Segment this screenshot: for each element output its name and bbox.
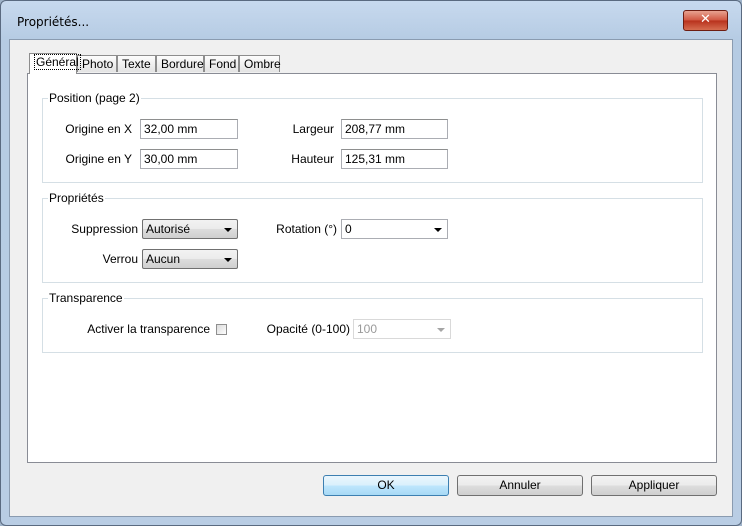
tab-shadow[interactable]: Ombre	[239, 55, 281, 72]
suppression-select[interactable]: Autorisé	[142, 219, 238, 239]
width-label: Largeur	[292, 122, 334, 136]
properties-group: Propriétés Suppression Autorisé Verrou A…	[42, 191, 703, 283]
lock-select[interactable]: Aucun	[142, 249, 238, 269]
opacity-combo[interactable]: 100	[353, 319, 451, 339]
rotation-label: Rotation (°)	[276, 222, 337, 236]
height-label: Hauteur	[291, 152, 334, 166]
tab-border[interactable]: Bordure	[156, 55, 204, 72]
properties-group-legend: Propriétés	[48, 191, 105, 205]
lock-value: Aucun	[146, 252, 181, 266]
transparency-group-legend: Transparence	[48, 291, 124, 305]
origin-x-field[interactable]: 32,00 mm	[140, 119, 238, 139]
width-field[interactable]: 208,77 mm	[341, 119, 448, 139]
rotation-combo[interactable]: 0	[341, 219, 448, 239]
close-button[interactable]: ✕	[683, 10, 728, 31]
chevron-down-icon	[224, 228, 232, 232]
position-group: Position (page 2) Origine en X 32,00 mm …	[42, 91, 703, 183]
cancel-button[interactable]: Annuler	[457, 475, 583, 496]
chevron-down-icon	[434, 228, 442, 232]
tab-background[interactable]: Fond	[204, 55, 239, 72]
lock-label: Verrou	[102, 252, 138, 266]
enable-transparency-checkbox[interactable]	[216, 324, 227, 335]
properties-dialog: Propriétés... ✕ Général Photo Texte Bord…	[0, 0, 742, 526]
enable-transparency-label: Activer la transparence	[87, 322, 210, 336]
tab-text[interactable]: Texte	[117, 55, 156, 72]
transparency-group: Transparence Activer la transparence Opa…	[42, 291, 703, 353]
ok-button[interactable]: OK	[323, 475, 449, 496]
tab-panel-general: Position (page 2) Origine en X 32,00 mm …	[27, 73, 717, 463]
suppression-label: Suppression	[71, 222, 138, 236]
height-field[interactable]: 125,31 mm	[341, 149, 448, 169]
close-icon: ✕	[700, 12, 711, 27]
origin-x-label: Origine en X	[65, 122, 132, 136]
dialog-client-area: Général Photo Texte Bordure Fond Ombre P…	[9, 39, 733, 517]
chevron-down-icon	[437, 328, 445, 332]
opacity-label: Opacité (0-100)	[266, 322, 350, 336]
opacity-value: 100	[357, 322, 378, 336]
origin-y-label: Origine en Y	[65, 152, 133, 166]
position-group-legend: Position (page 2)	[48, 91, 141, 105]
tab-general[interactable]: Général	[29, 53, 81, 74]
window-title: Propriétés...	[17, 15, 90, 29]
rotation-value: 0	[345, 222, 352, 236]
origin-y-field[interactable]: 30,00 mm	[140, 149, 238, 169]
apply-button[interactable]: Appliquer	[591, 475, 717, 496]
chevron-down-icon	[224, 258, 232, 262]
suppression-value: Autorisé	[146, 222, 191, 236]
tab-photo[interactable]: Photo	[77, 55, 117, 72]
